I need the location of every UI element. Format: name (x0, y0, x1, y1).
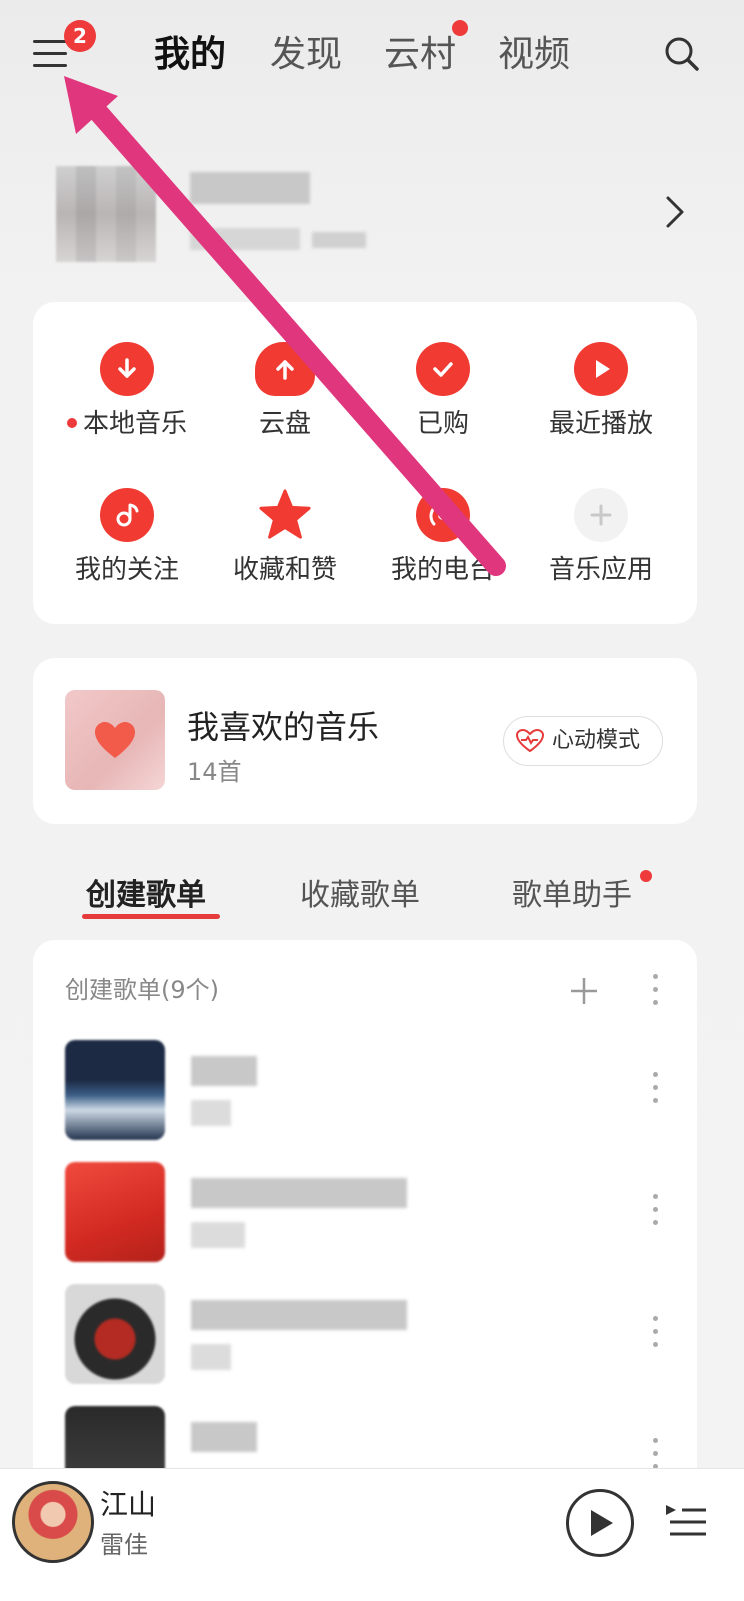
quick-label: 收藏和赞 (232, 555, 337, 585)
playlist-queue-button[interactable] (664, 1501, 708, 1541)
liked-title: 我喜欢的音乐 (187, 708, 380, 746)
liked-cover (65, 690, 165, 790)
list-more-icon[interactable] (645, 974, 665, 1010)
tab-village[interactable]: 云村 (384, 30, 456, 80)
playlist-row[interactable] (33, 1162, 697, 1272)
music-note-icon (100, 488, 154, 542)
quick-label: 我的电台 (390, 555, 495, 585)
playlist-cover (65, 1162, 165, 1262)
quick-cloud-drive[interactable]: 云盘 (205, 342, 365, 462)
playlist-cover (65, 1284, 165, 1384)
quick-label: 我的关注 (74, 555, 179, 585)
quick-recent-play[interactable]: 最近播放 (521, 342, 681, 462)
quick-favorites[interactable]: 收藏和赞 (205, 488, 365, 608)
playlist-title-blurred (191, 1422, 257, 1452)
notification-badge: 2 (64, 20, 96, 52)
playlist-count-blurred (191, 1100, 231, 1126)
search-icon (665, 37, 699, 71)
playlist-title-blurred (191, 1178, 407, 1208)
quick-label: 本地音乐 (82, 409, 187, 439)
quick-label: 云盘 (258, 409, 311, 439)
quick-radio[interactable]: 我的电台 (363, 488, 523, 608)
check-icon (416, 342, 470, 396)
profile-arrow-button[interactable] (660, 194, 690, 230)
chevron-right-icon (666, 196, 684, 228)
playlist-more-icon[interactable] (645, 1072, 665, 1108)
tab-created-playlists[interactable]: 创建歌单 (86, 870, 206, 914)
tab-mine[interactable]: 我的 (154, 30, 226, 80)
avatar[interactable] (56, 166, 156, 262)
tab-collected-playlists[interactable]: 收藏歌单 (300, 870, 420, 914)
menu-icon (33, 40, 67, 43)
mini-player[interactable]: 江山 雷佳 (0, 1468, 744, 1601)
created-list-header: 创建歌单(9个) (65, 976, 219, 1004)
playlist-more-icon[interactable] (645, 1316, 665, 1352)
playlist-count-blurred (191, 1222, 245, 1248)
local-music-dot (66, 417, 77, 428)
quick-label: 音乐应用 (548, 555, 653, 585)
playlist-count-blurred (191, 1344, 231, 1370)
quick-label: 最近播放 (548, 409, 653, 439)
username-blurred (190, 172, 310, 204)
add-playlist-icon[interactable] (569, 976, 599, 1006)
heart-mode-button[interactable]: 心动模式 (503, 716, 663, 766)
liked-count: 14首 (187, 758, 242, 786)
search-button[interactable] (662, 34, 702, 74)
tab-village-dot (452, 20, 468, 36)
song-title: 江山 (100, 1488, 157, 1521)
play-icon (574, 342, 628, 396)
user-info-blurred (190, 228, 300, 250)
quick-actions-card: 本地音乐 云盘 已购 最近播放 我的关注 收藏和赞 我的电台 音乐应用 (33, 302, 697, 624)
quick-purchased[interactable]: 已购 (363, 342, 523, 462)
user-level-blurred (312, 232, 366, 248)
playlist-cover (65, 1040, 165, 1140)
liked-music-card[interactable]: 我喜欢的音乐 14首 心动模式 (33, 658, 697, 824)
quick-local-music[interactable]: 本地音乐 (47, 342, 207, 462)
heart-icon (95, 722, 135, 758)
plus-icon (574, 488, 628, 542)
tab-video[interactable]: 视频 (498, 30, 570, 80)
playlist-row[interactable] (33, 1284, 697, 1394)
tab-playlist-helper[interactable]: 歌单助手 (512, 870, 632, 914)
playlist-row[interactable] (33, 1040, 697, 1150)
cloud-upload-icon (255, 342, 315, 396)
playlist-title-blurred (191, 1056, 257, 1086)
play-icon (591, 1510, 613, 1536)
quick-music-apps[interactable]: 音乐应用 (521, 488, 681, 608)
play-pause-button[interactable] (566, 1489, 634, 1557)
quick-following[interactable]: 我的关注 (47, 488, 207, 608)
playlist-title-blurred (191, 1300, 407, 1330)
playlist-more-icon[interactable] (645, 1194, 665, 1230)
playlist-helper-dot (640, 870, 652, 882)
radio-icon (416, 488, 470, 542)
star-icon (258, 488, 312, 542)
heart-pulse-icon (516, 729, 544, 753)
queue-icon (666, 1505, 706, 1536)
heart-mode-label: 心动模式 (552, 728, 641, 753)
quick-label: 已购 (416, 409, 469, 439)
song-artist: 雷佳 (100, 1531, 148, 1559)
active-tab-underline (82, 914, 220, 919)
player-cover[interactable] (12, 1481, 94, 1563)
tab-discover[interactable]: 发现 (270, 30, 342, 80)
download-icon (100, 342, 154, 396)
